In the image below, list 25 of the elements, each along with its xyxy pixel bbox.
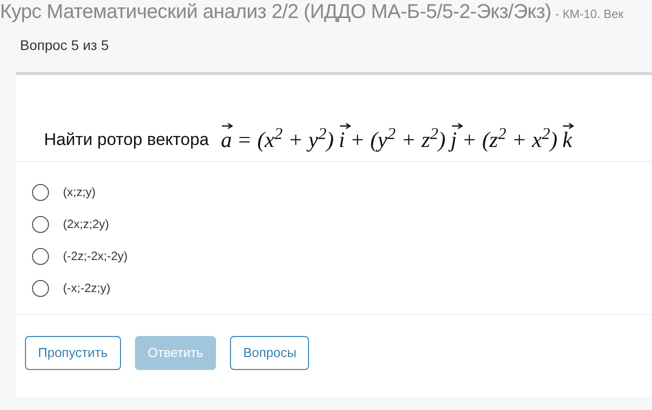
- answer-option: (x;z;y): [63, 183, 96, 201]
- vector-arrow-icon: [452, 123, 463, 129]
- radio-button[interactable]: [32, 184, 49, 200]
- formula-term: + (y$^{2}$ + z$^{2}$): [350, 127, 446, 153]
- action-button[interactable]: Пропустить: [25, 336, 121, 370]
- vector-symbol: i: [338, 127, 345, 153]
- vector-arrow-icon: [222, 123, 233, 129]
- vector-arrow-icon: [563, 123, 574, 129]
- answer-option: (-x;-2z;y): [63, 279, 110, 297]
- formula-term: = (x$^{2}$ + y$^{2}$): [236, 127, 334, 153]
- answer-option: (2x;z;2y): [63, 215, 110, 233]
- vector-symbol: j: [450, 127, 457, 153]
- vector-arrow-icon: [340, 123, 351, 129]
- test-title: - КМ-10. Век: [555, 6, 624, 23]
- question-counter: Вопрос 5 из 5: [20, 37, 109, 53]
- vector-symbol: k: [562, 127, 572, 153]
- action-button[interactable]: Вопросы: [230, 336, 310, 370]
- vector-symbol: a: [220, 127, 232, 153]
- answer-option: (-2z;-2x;-2y): [63, 247, 128, 265]
- formula-term: + (z$^{2}$ + x$^{2}$): [462, 127, 558, 153]
- question-text: Найти ротор вектора: [44, 129, 209, 152]
- radio-button[interactable]: [32, 216, 49, 232]
- course-title: Курс Математический анализ 2/2 (ИДДО МА-Б-5/5-2-Экз/Экз): [0, 0, 552, 24]
- radio-button[interactable]: [32, 280, 49, 296]
- radio-button[interactable]: [32, 248, 49, 264]
